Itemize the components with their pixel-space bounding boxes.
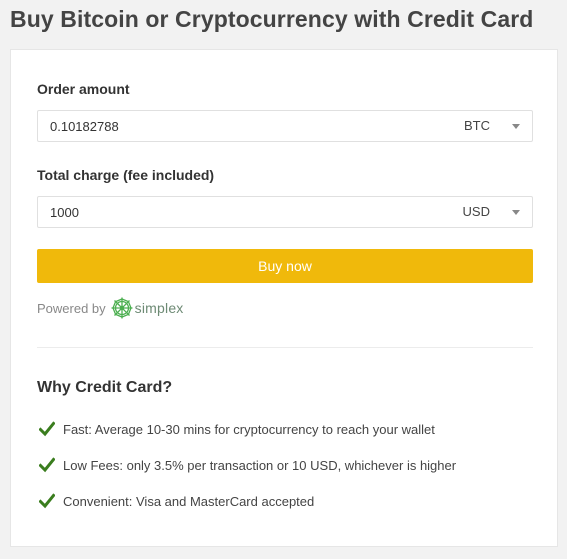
chevron-down-icon	[512, 124, 520, 129]
simplex-logo-icon	[111, 297, 133, 319]
benefit-item: Fast: Average 10-30 mins for cryptocurre…	[39, 421, 435, 437]
benefit-text: Low Fees: only 3.5% per transaction or 1…	[63, 457, 457, 473]
order-currency-label: BTC	[464, 118, 490, 133]
divider	[37, 347, 533, 348]
buy-crypto-card: Order amount BTC Total charge (fee inclu…	[10, 49, 558, 547]
order-currency-select[interactable]: BTC	[442, 111, 522, 141]
order-amount-input[interactable]	[50, 111, 430, 141]
total-charge-label: Total charge (fee included)	[37, 167, 215, 183]
benefit-item: Low Fees: only 3.5% per transaction or 1…	[39, 457, 456, 473]
order-amount-label: Order amount	[37, 81, 130, 97]
benefit-text: Convenient: Visa and MasterCard accepted	[63, 493, 315, 509]
check-icon	[39, 457, 55, 473]
simplex-logo-text: simplex	[134, 300, 184, 316]
page-title: Buy Bitcoin or Cryptocurrency with Credi…	[10, 6, 534, 32]
check-icon	[39, 493, 55, 509]
charge-currency-label: USD	[462, 204, 490, 219]
powered-by-text: Powered by	[37, 300, 106, 316]
why-credit-card-title: Why Credit Card?	[37, 379, 173, 396]
check-icon	[39, 421, 55, 437]
total-charge-input[interactable]	[50, 197, 430, 227]
chevron-down-icon	[512, 210, 520, 215]
charge-currency-select[interactable]: USD	[442, 197, 522, 227]
simplex-logo[interactable]: simplex	[110, 296, 184, 320]
order-amount-field: BTC	[37, 110, 533, 142]
buy-now-button[interactable]: Buy now	[37, 249, 533, 283]
total-charge-field: USD	[37, 196, 533, 228]
benefit-item: Convenient: Visa and MasterCard accepted	[39, 493, 314, 509]
benefit-text: Fast: Average 10-30 mins for cryptocurre…	[63, 421, 435, 437]
powered-by: Powered by simplex	[37, 296, 184, 320]
